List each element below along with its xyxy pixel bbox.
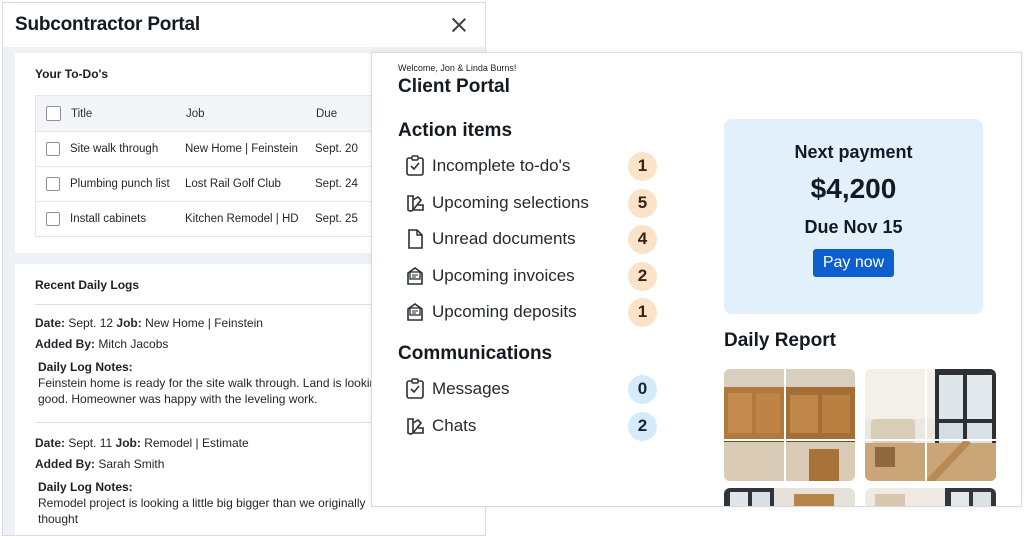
action-item-label: Upcoming deposits xyxy=(432,302,577,321)
row-checkbox[interactable] xyxy=(46,212,60,226)
swatch-icon xyxy=(407,418,424,435)
daily-report-photo[interactable] xyxy=(865,488,996,506)
log-job: Remodel | Estimate xyxy=(144,436,249,450)
column-header-title[interactable]: Title xyxy=(71,108,186,120)
count-badge: 1 xyxy=(628,297,657,327)
count-badge: 0 xyxy=(628,374,657,404)
todo-title: Plumbing punch list xyxy=(70,178,170,190)
count-badge: 2 xyxy=(628,261,657,291)
column-header-job[interactable]: Job xyxy=(186,108,316,120)
welcome-text: Welcome, Jon & Linda Burns! xyxy=(398,63,517,73)
action-item-incomplete-todos[interactable]: Incomplete to-do's 1 xyxy=(405,151,657,181)
count-badge: 1 xyxy=(628,151,657,181)
log-date-label: Date: xyxy=(35,316,66,330)
log-date-label: Date: xyxy=(35,436,66,450)
daily-report-heading: Daily Report xyxy=(724,330,836,351)
daily-report-photo[interactable] xyxy=(865,369,996,481)
log-job-label: Job: xyxy=(116,316,142,330)
action-item-label: Upcoming invoices xyxy=(432,266,575,285)
todo-job: Kitchen Remodel | HD xyxy=(185,213,299,225)
action-items-heading: Action items xyxy=(398,120,513,141)
checklist-icon xyxy=(406,155,424,176)
communications-heading: Communications xyxy=(398,343,553,364)
close-icon[interactable] xyxy=(449,15,469,35)
client-portal-title: Client Portal xyxy=(398,76,510,97)
action-item-upcoming-deposits[interactable]: Upcoming deposits 1 xyxy=(405,297,657,327)
todo-job: Lost Rail Golf Club xyxy=(185,178,281,190)
todo-title: Site walk through xyxy=(70,143,159,155)
todo-due: Sept. 20 xyxy=(315,143,358,155)
daily-report-photo[interactable] xyxy=(724,369,855,481)
communication-item-label: Chats xyxy=(432,416,477,435)
daily-report-photo[interactable] xyxy=(724,488,855,506)
select-all-checkbox[interactable] xyxy=(46,106,61,121)
todo-due: Sept. 25 xyxy=(315,213,358,225)
checklist-icon xyxy=(406,378,424,399)
count-badge: 4 xyxy=(628,224,657,254)
action-item-label: Upcoming selections xyxy=(432,193,589,212)
payment-amount: $4,200 xyxy=(810,173,897,204)
client-portal-window: Welcome, Jon & Linda Burns! Client Porta… xyxy=(371,52,1022,507)
log-date: Sept. 12 xyxy=(68,316,114,330)
log-added-by: Sarah Smith xyxy=(98,457,165,471)
log-notes: Remodel project is looking a little big … xyxy=(38,496,366,526)
count-badge: 5 xyxy=(628,188,657,218)
communication-item-label: Messages xyxy=(432,379,510,398)
log-added-by-label: Added By: xyxy=(35,337,95,351)
column-header-due[interactable]: Due xyxy=(316,108,376,120)
log-added-by: Mitch Jacobs xyxy=(98,337,169,351)
log-notes: Feinstein home is ready for the site wal… xyxy=(38,376,383,406)
subcontractor-title: Subcontractor Portal xyxy=(15,14,200,35)
action-item-upcoming-selections[interactable]: Upcoming selections 5 xyxy=(405,188,657,218)
subcontractor-header: Subcontractor Portal xyxy=(3,3,485,47)
todo-job: New Home | Feinstein xyxy=(185,143,298,155)
todo-due: Sept. 24 xyxy=(315,178,358,190)
log-added-by-label: Added By: xyxy=(35,457,95,471)
row-checkbox[interactable] xyxy=(46,142,60,156)
invoice-icon xyxy=(407,303,423,321)
document-icon xyxy=(408,229,423,249)
next-payment-label: Next payment xyxy=(794,142,913,162)
payment-due-date: Due Nov 15 xyxy=(804,217,903,237)
action-item-label: Incomplete to-do's xyxy=(432,156,571,175)
swatch-icon xyxy=(407,195,424,212)
action-item-label: Unread documents xyxy=(432,229,576,248)
action-item-unread-documents[interactable]: Unread documents 4 xyxy=(405,224,657,254)
pay-now-button[interactable]: Pay now xyxy=(812,249,895,277)
log-job-label: Job: xyxy=(115,436,141,450)
invoice-icon xyxy=(407,267,423,285)
log-job: New Home | Feinstein xyxy=(145,316,263,330)
log-date: Sept. 11 xyxy=(68,436,113,450)
row-checkbox[interactable] xyxy=(46,177,60,191)
communication-item-chats[interactable]: Chats 2 xyxy=(405,411,657,441)
count-badge: 2 xyxy=(628,411,657,441)
action-item-upcoming-invoices[interactable]: Upcoming invoices 2 xyxy=(405,261,657,291)
next-payment-card: Next payment $4,200 Due Nov 15 Pay now xyxy=(724,119,983,314)
todo-title: Install cabinets xyxy=(70,213,147,225)
communication-item-messages[interactable]: Messages 0 xyxy=(405,374,657,404)
